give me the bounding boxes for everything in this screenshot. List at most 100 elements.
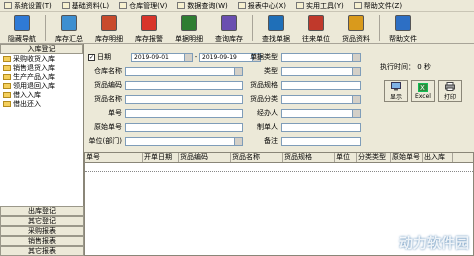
menu-item-4[interactable]: 报表中心(X) bbox=[237, 1, 286, 11]
origin-no-label: 原始单号 bbox=[94, 123, 122, 131]
sidebar-section-2[interactable]: 采购报表 bbox=[0, 226, 84, 236]
toolbar-separator bbox=[379, 15, 380, 41]
partner-icon bbox=[308, 15, 324, 31]
folder-icon bbox=[3, 64, 11, 71]
menu-icon bbox=[237, 2, 246, 9]
menu-item-3[interactable]: 数据查询(W) bbox=[177, 1, 228, 11]
toolbar: 隐藏导航 库存汇总 库存明细 库存报警 单据明细 查询库存 查找单据 往来单位 货品资料 帮助文件 bbox=[0, 12, 474, 44]
date-from-picker[interactable]: 2019-09-01 bbox=[131, 52, 193, 62]
menu-icon bbox=[353, 2, 362, 9]
date-checkbox[interactable]: ✓ bbox=[88, 53, 95, 61]
menu-item-6[interactable]: 帮助文件(Z) bbox=[353, 1, 402, 11]
toolbar-separator bbox=[252, 15, 253, 41]
toolbar-button-0[interactable]: 隐藏导航 bbox=[2, 12, 42, 44]
column-header[interactable]: 开单日期 bbox=[143, 153, 179, 162]
doc-type-label: 单据类型 bbox=[250, 53, 278, 61]
toolbar-button-4[interactable]: 单据明细 bbox=[169, 12, 209, 44]
menu-icon bbox=[177, 2, 186, 9]
toolbar-separator bbox=[45, 15, 46, 41]
goods-name-label: 货品名称 bbox=[94, 95, 122, 103]
inbound-register-header[interactable]: 入库登记 bbox=[0, 44, 83, 54]
navigation-panel: 入库登记 采购收货入库 销售退货入库 生产产品入库 领用退回入库 借入入库 借出还入 出库… bbox=[0, 44, 84, 256]
grid-header: 单号 开单日期 货品编码 货品名称 货品规格 单位 分类类型 原始单号 出入库 bbox=[85, 153, 473, 163]
watermark: 动力软件园 bbox=[399, 236, 469, 252]
remark-input[interactable] bbox=[281, 136, 361, 146]
type-label: 类型 bbox=[264, 67, 278, 75]
goods-code-label: 货品编码 bbox=[94, 81, 122, 89]
goods-name-input[interactable] bbox=[125, 94, 243, 104]
goods-spec-label: 货品规格 bbox=[250, 81, 278, 89]
toolbar-button-6[interactable]: 查找单据 bbox=[256, 12, 296, 44]
help-icon bbox=[395, 15, 411, 31]
remark-label: 备注 bbox=[264, 137, 278, 145]
folder-icon bbox=[3, 91, 11, 98]
column-header[interactable]: 单号 bbox=[85, 153, 143, 162]
folder-icon bbox=[3, 100, 11, 107]
unit-dept-select[interactable] bbox=[125, 136, 243, 146]
goods-class-label: 货品分类 bbox=[250, 95, 278, 103]
goods-icon bbox=[348, 15, 364, 31]
column-header[interactable]: 分类类型 bbox=[357, 153, 391, 162]
sidebar-item-5[interactable]: 借出还入 bbox=[0, 99, 83, 108]
date-label: 日期 bbox=[97, 53, 111, 61]
menu-item-1[interactable]: 基础资料(L) bbox=[61, 1, 109, 11]
toolbar-button-5[interactable]: 查询库存 bbox=[209, 12, 249, 44]
column-header[interactable]: 单位 bbox=[335, 153, 357, 162]
goods-spec-input[interactable] bbox=[281, 80, 361, 90]
toolbar-button-9[interactable]: 帮助文件 bbox=[383, 12, 423, 44]
column-header[interactable]: 货品规格 bbox=[283, 153, 335, 162]
column-header[interactable]: 货品名称 bbox=[231, 153, 283, 162]
query-form: ✓ 日期 2019-09-01 - 2019-09-19 仓库名称 货品编码 货… bbox=[84, 44, 474, 150]
doc-detail-icon bbox=[181, 15, 197, 31]
warehouse-select[interactable] bbox=[125, 66, 243, 76]
maker-input[interactable] bbox=[281, 122, 361, 132]
unit-dept-label: 单位(部门) bbox=[88, 137, 122, 145]
doc-no-label: 单号 bbox=[108, 109, 122, 117]
goods-class-select[interactable] bbox=[281, 94, 361, 104]
folder-icon bbox=[3, 82, 11, 89]
menu-icon bbox=[296, 2, 305, 9]
column-header[interactable]: 出入库 bbox=[423, 153, 453, 162]
exec-time-text: 执行时间： 0 秒 bbox=[380, 63, 431, 71]
monitor-icon bbox=[391, 81, 401, 90]
menu-item-2[interactable]: 仓库管理(V) bbox=[119, 1, 167, 11]
query-icon bbox=[221, 15, 237, 31]
menu-icon bbox=[61, 2, 70, 9]
menu-bar: 系统设置(T) 基础资料(L) 仓库管理(V) 数据查询(W) 报表中心(X) 实用工具(… bbox=[0, 0, 474, 12]
sidebar-section-0[interactable]: 出库登记 bbox=[0, 206, 84, 216]
menu-item-0[interactable]: 系统设置(T) bbox=[4, 1, 52, 11]
printer-icon bbox=[445, 81, 455, 91]
handler-label: 经办人 bbox=[257, 109, 278, 117]
toolbar-button-1[interactable]: 库存汇总 bbox=[49, 12, 89, 44]
results-grid[interactable]: 单号 开单日期 货品编码 货品名称 货品规格 单位 分类类型 原始单号 出入库 动力软件园 bbox=[84, 152, 474, 256]
doc-type-select[interactable] bbox=[281, 52, 361, 62]
sidebar-section-1[interactable]: 其它登记 bbox=[0, 216, 84, 226]
goods-code-input[interactable] bbox=[125, 80, 243, 90]
find-icon bbox=[268, 15, 284, 31]
origin-no-input[interactable] bbox=[125, 122, 243, 132]
grid-selected-row[interactable] bbox=[85, 163, 473, 172]
summary-icon bbox=[61, 15, 77, 31]
handler-select[interactable] bbox=[281, 108, 361, 118]
show-button[interactable]: 显示 bbox=[384, 80, 408, 102]
column-header[interactable]: 货品编码 bbox=[179, 153, 231, 162]
toolbar-button-3[interactable]: 库存报警 bbox=[129, 12, 169, 44]
toolbar-button-8[interactable]: 货品资料 bbox=[336, 12, 376, 44]
svg-text:X: X bbox=[420, 84, 425, 92]
excel-icon: X bbox=[418, 82, 428, 92]
warehouse-label: 仓库名称 bbox=[94, 67, 122, 75]
menu-item-5[interactable]: 实用工具(Y) bbox=[296, 1, 344, 11]
toolbar-button-7[interactable]: 往来单位 bbox=[296, 12, 336, 44]
type-select[interactable] bbox=[281, 66, 361, 76]
column-header[interactable]: 原始单号 bbox=[391, 153, 423, 162]
doc-no-input[interactable] bbox=[125, 108, 243, 118]
sidebar-section-4[interactable]: 其它报表 bbox=[0, 246, 84, 256]
menu-icon bbox=[4, 2, 12, 9]
maker-label: 制单人 bbox=[257, 123, 278, 131]
excel-button[interactable]: X Excel bbox=[411, 80, 435, 102]
nav-hide-icon bbox=[14, 15, 30, 31]
folder-icon bbox=[3, 55, 11, 62]
sidebar-section-3[interactable]: 销售报表 bbox=[0, 236, 84, 246]
toolbar-button-2[interactable]: 库存明细 bbox=[89, 12, 129, 44]
print-button[interactable]: 打印 bbox=[438, 80, 462, 102]
